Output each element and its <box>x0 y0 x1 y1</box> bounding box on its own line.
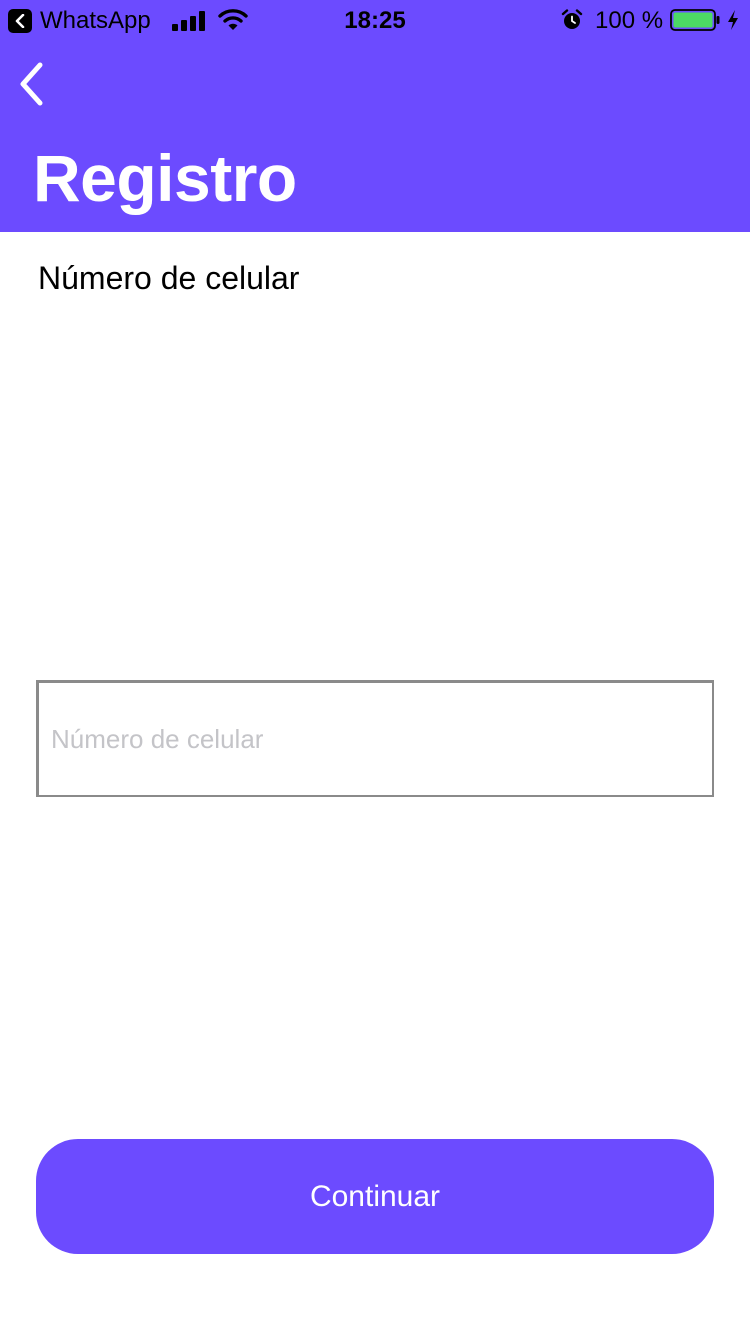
page-title: Registro <box>33 141 297 215</box>
alarm-icon <box>561 9 583 29</box>
battery-icon <box>670 9 720 31</box>
continue-button[interactable]: Continuar <box>36 1139 714 1254</box>
battery-percent: 100 % <box>595 7 664 34</box>
status-bar: WhatsApp 18:25 100 % <box>0 0 750 40</box>
registration-screen: WhatsApp 18:25 100 % Registro Número de … <box>0 0 750 1334</box>
phone-number-input[interactable] <box>36 680 714 797</box>
back-button[interactable] <box>10 58 54 110</box>
header-bar: WhatsApp 18:25 100 % Registro <box>0 0 750 232</box>
chevron-left-icon <box>20 62 43 106</box>
charging-bolt-icon <box>728 10 738 30</box>
phone-number-label: Número de celular <box>38 260 300 296</box>
